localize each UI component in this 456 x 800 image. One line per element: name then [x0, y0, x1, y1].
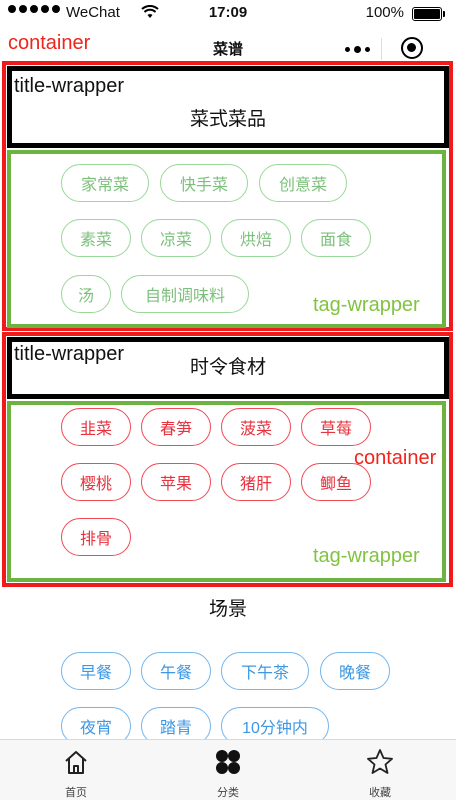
tag-zaocan[interactable]: 早餐 [61, 652, 131, 690]
tag-kuaishoucai[interactable]: 快手菜 [160, 164, 248, 202]
tag-pingguo[interactable]: 苹果 [141, 463, 211, 501]
section-title-dishes: 菜式菜品 [189, 109, 266, 130]
battery-icon [412, 7, 445, 21]
annotation-title-wrapper: title-wrapper [14, 75, 125, 97]
tag-zizhitiaoweiliao[interactable]: 自制调味料 [121, 275, 249, 313]
tab-home[interactable]: 首页 [0, 740, 152, 800]
tab-category-label: 分类 [217, 787, 239, 799]
tag-bocai[interactable]: 菠菜 [221, 408, 291, 446]
annotation-tag-wrapper: tag-wrapper [313, 294, 420, 316]
tab-category[interactable]: 分类 [152, 740, 304, 800]
section-title-scene: 场景 [208, 599, 247, 620]
tag-jiachangcai[interactable]: 家常菜 [61, 164, 149, 202]
tag-wancan[interactable]: 晚餐 [320, 652, 390, 690]
tag-tang[interactable]: 汤 [61, 275, 111, 313]
tab-bar: 首页 分类 收藏 [0, 739, 456, 800]
close-miniprogram-icon[interactable] [401, 37, 423, 59]
star-icon [367, 749, 393, 774]
tab-favorites[interactable]: 收藏 [304, 740, 456, 800]
tag-mianshi[interactable]: 面食 [301, 219, 371, 257]
annotation-container: container [8, 32, 91, 54]
tag-hongbei[interactable]: 烘焙 [221, 219, 291, 257]
more-options-icon[interactable] [345, 46, 370, 53]
tag-chunsun[interactable]: 春笋 [141, 408, 211, 446]
tag-jiucai[interactable]: 韭菜 [61, 408, 131, 446]
battery-percent: 100% [365, 4, 404, 21]
tag-caomei[interactable]: 草莓 [301, 408, 371, 446]
home-icon [65, 751, 87, 774]
tag-sucai[interactable]: 素菜 [61, 219, 131, 257]
category-grid-icon [216, 750, 240, 774]
capsule-divider [381, 38, 382, 60]
tag-xiawucha[interactable]: 下午茶 [221, 652, 309, 690]
tab-favorites-label: 收藏 [369, 787, 391, 799]
status-bar: WeChat 17:09 100% [0, 0, 456, 26]
tag-jiyu[interactable]: 鲫鱼 [301, 463, 371, 501]
tag-chuangyicai[interactable]: 创意菜 [259, 164, 347, 202]
annotation-tag-wrapper-2: tag-wrapper [313, 545, 420, 567]
annotation-container-2: container [354, 447, 437, 469]
section-title-seasonal: 时令食材 [189, 357, 266, 378]
tag-liangcai[interactable]: 凉菜 [141, 219, 211, 257]
tab-home-label: 首页 [65, 787, 87, 799]
tag-wucan[interactable]: 午餐 [141, 652, 211, 690]
tag-yingtao[interactable]: 樱桃 [61, 463, 131, 501]
tag-paigu[interactable]: 排骨 [61, 518, 131, 556]
tag-zhugan[interactable]: 猪肝 [221, 463, 291, 501]
